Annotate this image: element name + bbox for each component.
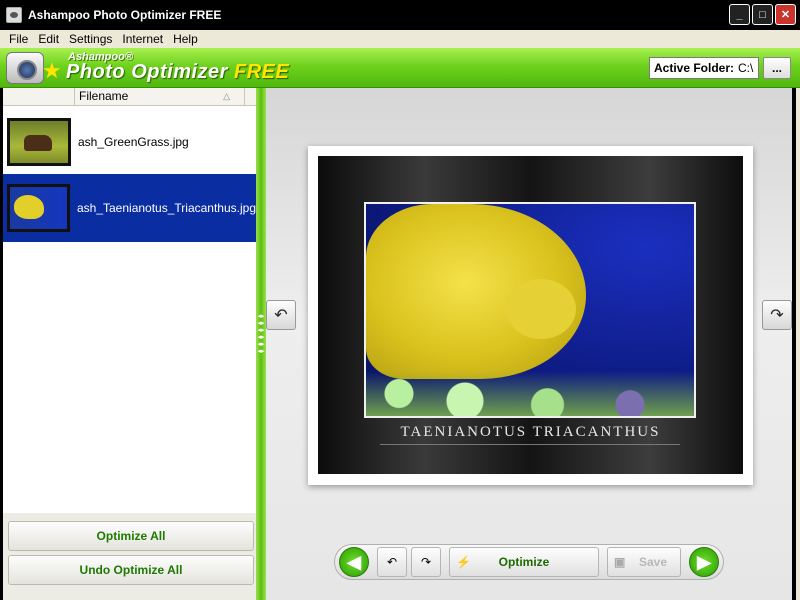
save-button-label: Save [638, 555, 668, 569]
optimize-all-button[interactable]: Optimize All [8, 521, 254, 551]
app-icon [6, 7, 22, 23]
active-folder-label: Active Folder: [654, 61, 735, 75]
fish-photo [364, 202, 696, 418]
file-list-item[interactable]: ash_GreenGrass.jpg [3, 108, 256, 176]
browse-folder-button[interactable]: ... [763, 57, 791, 79]
file-name: ash_Taenianotus_Triacanthus.jpg [76, 201, 256, 215]
optimize-button-label: Optimize [498, 555, 550, 569]
optimize-button[interactable]: ⚡ Optimize [449, 547, 599, 577]
floppy-disk-icon: ▣ [614, 555, 626, 569]
star-icon: ★ [42, 58, 62, 83]
splitter-grip-icon[interactable]: ◂▸ ◂▸ ◂▸ ◂▸ ◂▸ ◂▸ [257, 313, 265, 373]
thumbnail-image [7, 118, 71, 166]
thumbnail-image [7, 184, 70, 232]
preview-frame: TAENIANOTUS TRIACANTHUS [308, 146, 753, 485]
save-button[interactable]: ▣ Save [607, 547, 681, 577]
close-button[interactable]: ✕ [775, 4, 796, 25]
filename-column-header[interactable]: Filename △ [75, 88, 244, 105]
caption-divider [380, 444, 680, 445]
active-folder-value: C:\ [738, 61, 754, 75]
menu-edit[interactable]: Edit [33, 32, 64, 46]
window-controls: _ □ ✕ [729, 4, 796, 25]
logo-free: FREE [234, 61, 290, 83]
action-buttons-area: Optimize All Undo Optimize All [3, 513, 256, 600]
file-name: ash_GreenGrass.jpg [78, 135, 189, 149]
menu-internet[interactable]: Internet [117, 32, 168, 46]
extra-column-header[interactable] [244, 88, 256, 105]
rotate-right-side-button[interactable]: ↷ [762, 300, 792, 330]
previous-image-button[interactable]: ◀ [339, 547, 369, 577]
panel-splitter[interactable]: ◂▸ ◂▸ ◂▸ ◂▸ ◂▸ ◂▸ [256, 88, 266, 600]
coral-shape [366, 341, 694, 416]
rotate-left-button[interactable]: ↶ [377, 547, 407, 577]
window-title: Ashampoo Photo Optimizer FREE [28, 8, 222, 22]
preview-area: ↶ TAENIANOTUS TRIACANTHUS ↷ ◀ ↶ ↷ ⚡ Opti… [266, 88, 796, 600]
preview-image: TAENIANOTUS TRIACANTHUS [318, 156, 743, 474]
title-bar: Ashampoo Photo Optimizer FREE _ □ ✕ [0, 0, 800, 30]
logo-product: Photo Optimizer FREE [66, 61, 289, 84]
menu-bar: File Edit Settings Internet Help [0, 30, 800, 48]
bottom-toolbar: ◀ ↶ ↷ ⚡ Optimize ▣ Save ▶ [334, 544, 724, 580]
next-image-button[interactable]: ▶ [689, 547, 719, 577]
sort-ascending-icon: △ [223, 91, 230, 101]
minimize-button[interactable]: _ [729, 4, 750, 25]
menu-settings[interactable]: Settings [64, 32, 117, 46]
thumbnail-column-header[interactable] [3, 88, 75, 105]
rotate-right-button[interactable]: ↷ [411, 547, 441, 577]
file-list-item-selected[interactable]: ash_Taenianotus_Triacanthus.jpg [3, 174, 256, 242]
maximize-button[interactable]: □ [752, 4, 773, 25]
menu-help[interactable]: Help [168, 32, 203, 46]
magic-wand-icon: ⚡ [456, 555, 471, 569]
rotate-left-side-button[interactable]: ↶ [266, 300, 296, 330]
filename-column-label: Filename [79, 89, 129, 103]
undo-optimize-all-button[interactable]: Undo Optimize All [8, 555, 254, 585]
camera-logo-icon [6, 52, 44, 84]
menu-file[interactable]: File [4, 32, 33, 46]
file-list-header: Filename △ [3, 88, 256, 106]
logo-product-name: Photo Optimizer [66, 61, 228, 83]
file-list-panel: Filename △ ash_GreenGrass.jpg ash_Taenia… [0, 88, 256, 600]
active-folder-display: Active Folder: C:\ [649, 57, 759, 79]
poster-caption: TAENIANOTUS TRIACANTHUS [400, 424, 661, 440]
brand-banner: ★ Ashampoo® Photo Optimizer FREE Active … [0, 48, 800, 88]
fish-head-shape [506, 279, 576, 339]
